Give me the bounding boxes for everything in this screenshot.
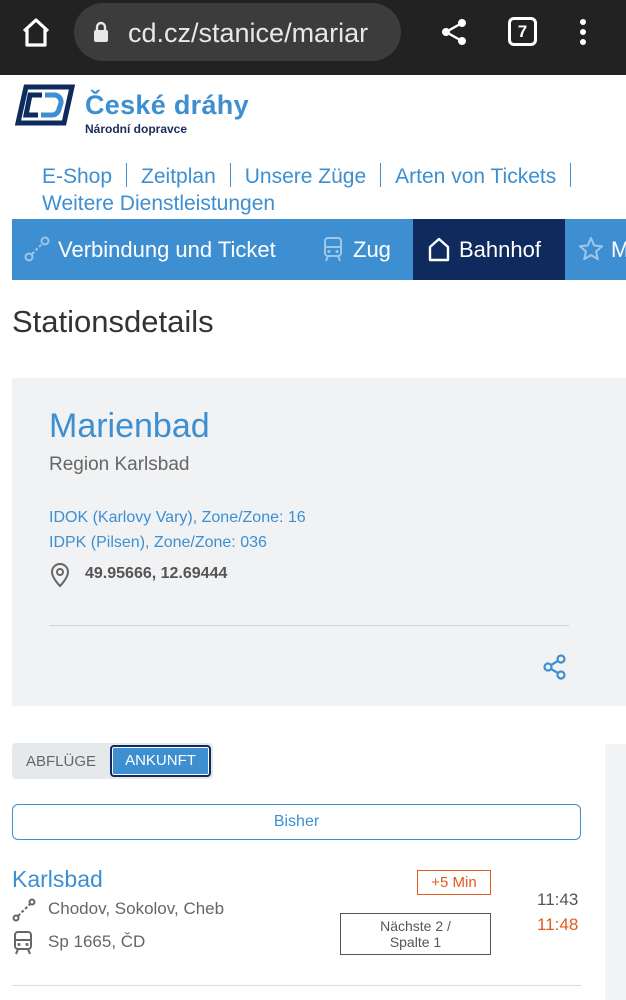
nav-our-trains[interactable]: Unsere Züge <box>245 165 366 188</box>
home-icon[interactable] <box>18 14 54 50</box>
cd-logo[interactable] <box>12 83 78 127</box>
platform-line-1: Nächste 2 / <box>380 918 451 934</box>
nav-timetable[interactable]: Zeitplan <box>141 165 216 188</box>
actual-time: 11:48 <box>537 915 579 934</box>
tabs-icon[interactable]: 7 <box>508 17 537 46</box>
platform-line-2: Spalte 1 <box>389 934 442 950</box>
station-coordinates[interactable]: 49.95666, 12.69444 <box>85 565 227 583</box>
url-text[interactable]: cd.cz/stanice/mariar <box>128 18 390 49</box>
scheduled-time: 11:43 <box>537 890 579 909</box>
scroll-shadow <box>605 744 626 1000</box>
tab-favorites[interactable]: M <box>565 219 626 280</box>
station-icon <box>428 237 450 262</box>
nav-more-services[interactable]: Weitere Dienstleistungen <box>42 192 275 215</box>
lock-icon <box>94 21 108 42</box>
tab-station[interactable]: Bahnhof <box>413 219 565 280</box>
route-icon <box>12 898 36 922</box>
nav-ticket-types[interactable]: Arten von Tickets <box>395 165 556 188</box>
arrivals-toggle[interactable]: ANKUNFT <box>110 745 211 777</box>
delay-badge: +5 Min <box>417 870 491 895</box>
location-pin-icon <box>50 562 70 588</box>
tab-connection-label: Verbindung und Ticket <box>58 237 276 262</box>
brand-name: České dráhy <box>85 90 249 120</box>
address-bar[interactable]: cd.cz/stanice/mariar <box>74 3 401 61</box>
page-title: Stationsdetails <box>12 304 214 339</box>
station-region: Region Karlsbad <box>49 454 190 475</box>
nav-separator <box>380 163 382 187</box>
tab-train[interactable]: Zug <box>307 219 413 280</box>
row-divider <box>12 985 581 986</box>
route-icon <box>24 236 50 262</box>
train-icon <box>324 237 342 262</box>
tab-favorites-label: M <box>611 237 626 262</box>
arrival-origin[interactable]: Karlsbad <box>12 866 103 893</box>
station-name: Marienbad <box>49 407 210 445</box>
arrival-via: Chodov, Sokolov, Cheb <box>48 899 225 918</box>
menu-icon[interactable] <box>575 16 591 48</box>
tab-connection-ticket[interactable]: Verbindung und Ticket <box>12 219 307 280</box>
share-icon[interactable] <box>438 16 470 48</box>
train-icon <box>14 931 32 955</box>
train-number[interactable]: Sp 1665, ČD <box>48 932 145 952</box>
top-navigation: E-Shop Zeitplan Unsere Züge Arten von Ticke… <box>42 163 626 217</box>
departures-toggle[interactable]: ABFLÜGE <box>26 753 96 770</box>
card-divider <box>49 625 569 626</box>
main-tabs: Verbindung und Ticket Zug Bahnhof M <box>12 219 626 280</box>
brand-tagline: Národní dopravce <box>85 122 188 136</box>
board-toggle: ABFLÜGE ANKUNFT <box>12 743 213 779</box>
platform-info: Nächste 2 / Spalte 1 <box>340 913 491 955</box>
earlier-button[interactable]: Bisher <box>12 804 581 840</box>
share-icon[interactable] <box>542 654 568 680</box>
tab-train-label: Zug <box>353 237 391 262</box>
nav-separator <box>126 163 128 187</box>
browser-toolbar: cd.cz/stanice/mariar 7 <box>0 0 626 75</box>
zone-link-idok[interactable]: IDOK (Karlovy Vary), Zone/Zone: 16 <box>49 509 306 527</box>
tab-station-label: Bahnhof <box>459 237 541 262</box>
zone-link-idpk[interactable]: IDPK (Pilsen), Zone/Zone: 036 <box>49 534 267 552</box>
nav-eshop[interactable]: E-Shop <box>42 165 112 188</box>
nav-separator <box>229 163 231 187</box>
nav-separator <box>570 163 572 187</box>
star-icon <box>579 237 603 261</box>
station-card: Marienbad Region Karlsbad IDOK (Karlovy … <box>12 378 626 706</box>
